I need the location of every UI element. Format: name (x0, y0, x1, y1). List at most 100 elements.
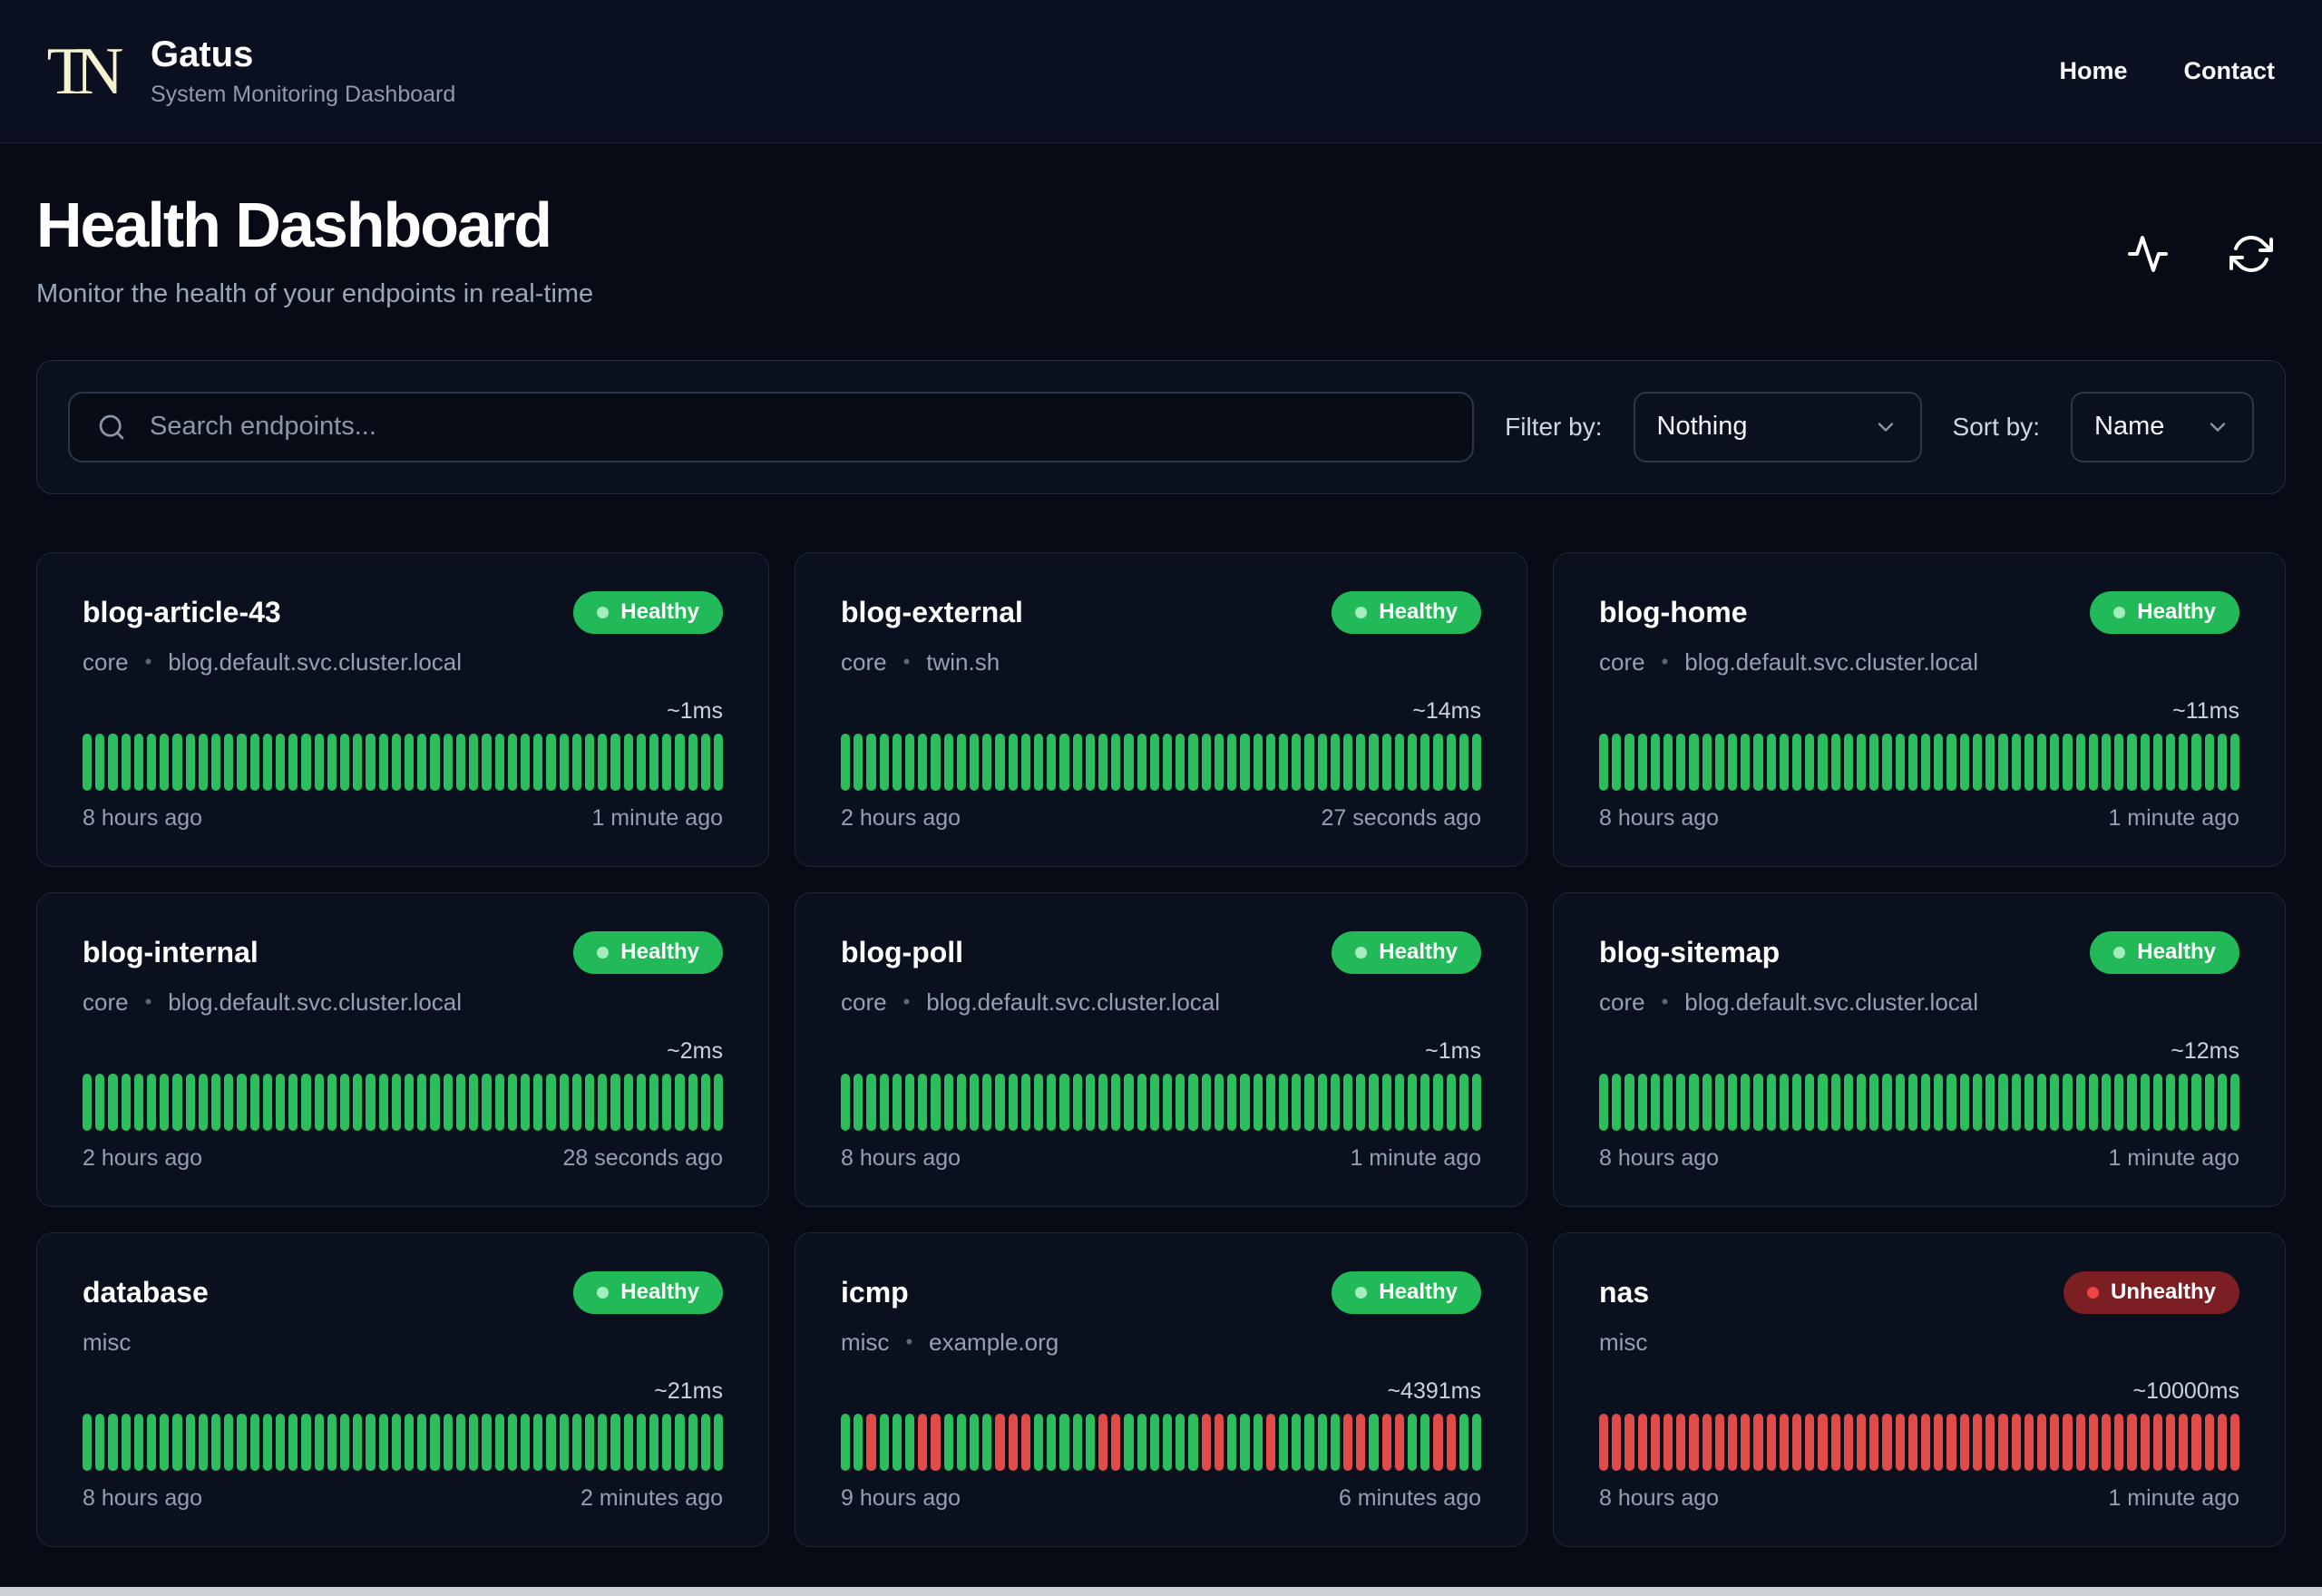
status-bar[interactable] (1895, 733, 1905, 791)
status-bar[interactable] (1612, 1073, 1622, 1131)
status-bar[interactable] (2179, 1073, 2189, 1131)
status-bar[interactable] (133, 1413, 144, 1471)
status-bar[interactable] (1008, 1073, 1018, 1131)
status-bar[interactable] (1805, 1073, 1815, 1131)
status-bar[interactable] (2204, 1413, 2214, 1471)
status-bar[interactable] (1330, 1413, 1340, 1471)
status-bar[interactable] (905, 1413, 915, 1471)
status-bar[interactable] (1907, 733, 1918, 791)
status-bar[interactable] (1149, 1073, 1160, 1131)
status-bar[interactable] (1304, 1413, 1314, 1471)
status-bar[interactable] (1072, 733, 1082, 791)
status-bar[interactable] (1714, 733, 1725, 791)
status-bar[interactable] (598, 733, 608, 791)
status-bar[interactable] (430, 1073, 440, 1131)
status-bar[interactable] (1882, 733, 1892, 791)
status-bar[interactable] (520, 1073, 531, 1131)
status-bar[interactable] (121, 1073, 131, 1131)
status-bar[interactable] (494, 1073, 504, 1131)
status-bar[interactable] (1292, 1413, 1302, 1471)
status-bar[interactable] (943, 1413, 953, 1471)
status-bar[interactable] (1779, 733, 1790, 791)
status-bar[interactable] (2229, 1413, 2240, 1471)
endpoint-card[interactable]: blog-poll Healthy core • blog.default.sv… (795, 891, 1527, 1207)
endpoint-card[interactable]: blog-article-43 Healthy core • blog.defa… (36, 551, 769, 867)
status-bar[interactable] (160, 1413, 170, 1471)
status-bar[interactable] (931, 733, 941, 791)
activity-icon[interactable] (2126, 232, 2170, 276)
status-bar[interactable] (1972, 1073, 1983, 1131)
status-bar[interactable] (1792, 733, 1802, 791)
status-bar[interactable] (1857, 1413, 1867, 1471)
status-bar[interactable] (2179, 733, 2189, 791)
status-bar[interactable] (2024, 733, 2034, 791)
status-bar[interactable] (353, 733, 363, 791)
status-bar[interactable] (1085, 733, 1096, 791)
status-bar[interactable] (2204, 1073, 2214, 1131)
status-bar[interactable] (1612, 1413, 1622, 1471)
status-bar[interactable] (546, 1413, 556, 1471)
status-bar[interactable] (301, 733, 311, 791)
status-bar[interactable] (610, 733, 620, 791)
status-bar[interactable] (623, 1413, 633, 1471)
status-bar[interactable] (262, 1073, 273, 1131)
status-bar[interactable] (2011, 1413, 2021, 1471)
status-bar[interactable] (1381, 1073, 1391, 1131)
status-bar[interactable] (301, 1413, 311, 1471)
status-bar[interactable] (1304, 733, 1314, 791)
status-bar[interactable] (1433, 733, 1443, 791)
status-bar[interactable] (2191, 733, 2201, 791)
status-bar[interactable] (1420, 733, 1430, 791)
status-bar[interactable] (1278, 733, 1289, 791)
status-bar[interactable] (2050, 733, 2060, 791)
status-bar[interactable] (1072, 1073, 1082, 1131)
status-bar[interactable] (2229, 1073, 2240, 1131)
status-bar[interactable] (1278, 1073, 1289, 1131)
status-bar[interactable] (1599, 733, 1609, 791)
status-bar[interactable] (1921, 733, 1931, 791)
status-bar[interactable] (584, 1413, 595, 1471)
status-bar[interactable] (2063, 1413, 2073, 1471)
status-bar[interactable] (1124, 1413, 1134, 1471)
status-bar[interactable] (211, 1073, 221, 1131)
status-bar[interactable] (276, 1413, 286, 1471)
status-bar[interactable] (1407, 733, 1418, 791)
status-bar[interactable] (1176, 733, 1185, 791)
endpoint-card[interactable]: blog-sitemap Healthy core • blog.default… (1553, 891, 2286, 1207)
status-bar[interactable] (892, 733, 902, 791)
status-bar[interactable] (649, 1073, 659, 1131)
status-bar[interactable] (841, 1073, 851, 1131)
status-bar[interactable] (1637, 1413, 1647, 1471)
status-bar[interactable] (1072, 1413, 1082, 1471)
status-bar[interactable] (1176, 1073, 1185, 1131)
search-input[interactable] (68, 391, 1475, 462)
status-bar[interactable] (905, 733, 915, 791)
status-bar[interactable] (1420, 1073, 1430, 1131)
status-bar[interactable] (366, 1073, 376, 1131)
status-bar[interactable] (1830, 1413, 1840, 1471)
status-bar[interactable] (391, 1073, 402, 1131)
status-bar[interactable] (675, 1073, 685, 1131)
status-bar[interactable] (854, 733, 863, 791)
status-bar[interactable] (108, 1413, 118, 1471)
status-bar[interactable] (443, 1413, 453, 1471)
status-bar[interactable] (417, 1073, 427, 1131)
status-bar[interactable] (1624, 1073, 1634, 1131)
status-bar[interactable] (417, 1413, 427, 1471)
status-bar[interactable] (662, 733, 672, 791)
status-bar[interactable] (1008, 1413, 1018, 1471)
status-bar[interactable] (366, 733, 376, 791)
status-bar[interactable] (198, 1073, 209, 1131)
status-bar[interactable] (1959, 1413, 1969, 1471)
status-bar[interactable] (185, 1073, 195, 1131)
status-bar[interactable] (1047, 733, 1057, 791)
status-bar[interactable] (507, 1413, 517, 1471)
status-bar[interactable] (879, 1413, 889, 1471)
status-bar[interactable] (675, 733, 685, 791)
status-bar[interactable] (211, 1413, 221, 1471)
status-bar[interactable] (841, 733, 851, 791)
status-bar[interactable] (1253, 1413, 1263, 1471)
status-bar[interactable] (533, 733, 543, 791)
status-bar[interactable] (675, 1413, 685, 1471)
status-bar[interactable] (1124, 733, 1134, 791)
